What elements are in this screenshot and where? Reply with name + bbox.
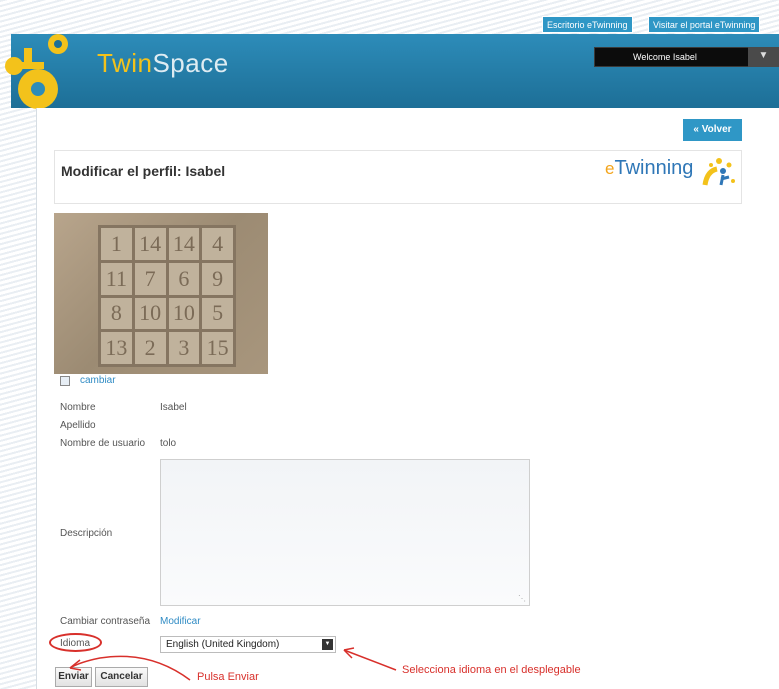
annotation-enviar: Pulsa Enviar [197, 671, 259, 683]
annotation-idioma: Selecciona idioma en el desplegable [402, 664, 581, 676]
annotation-arrows [69, 647, 397, 681]
